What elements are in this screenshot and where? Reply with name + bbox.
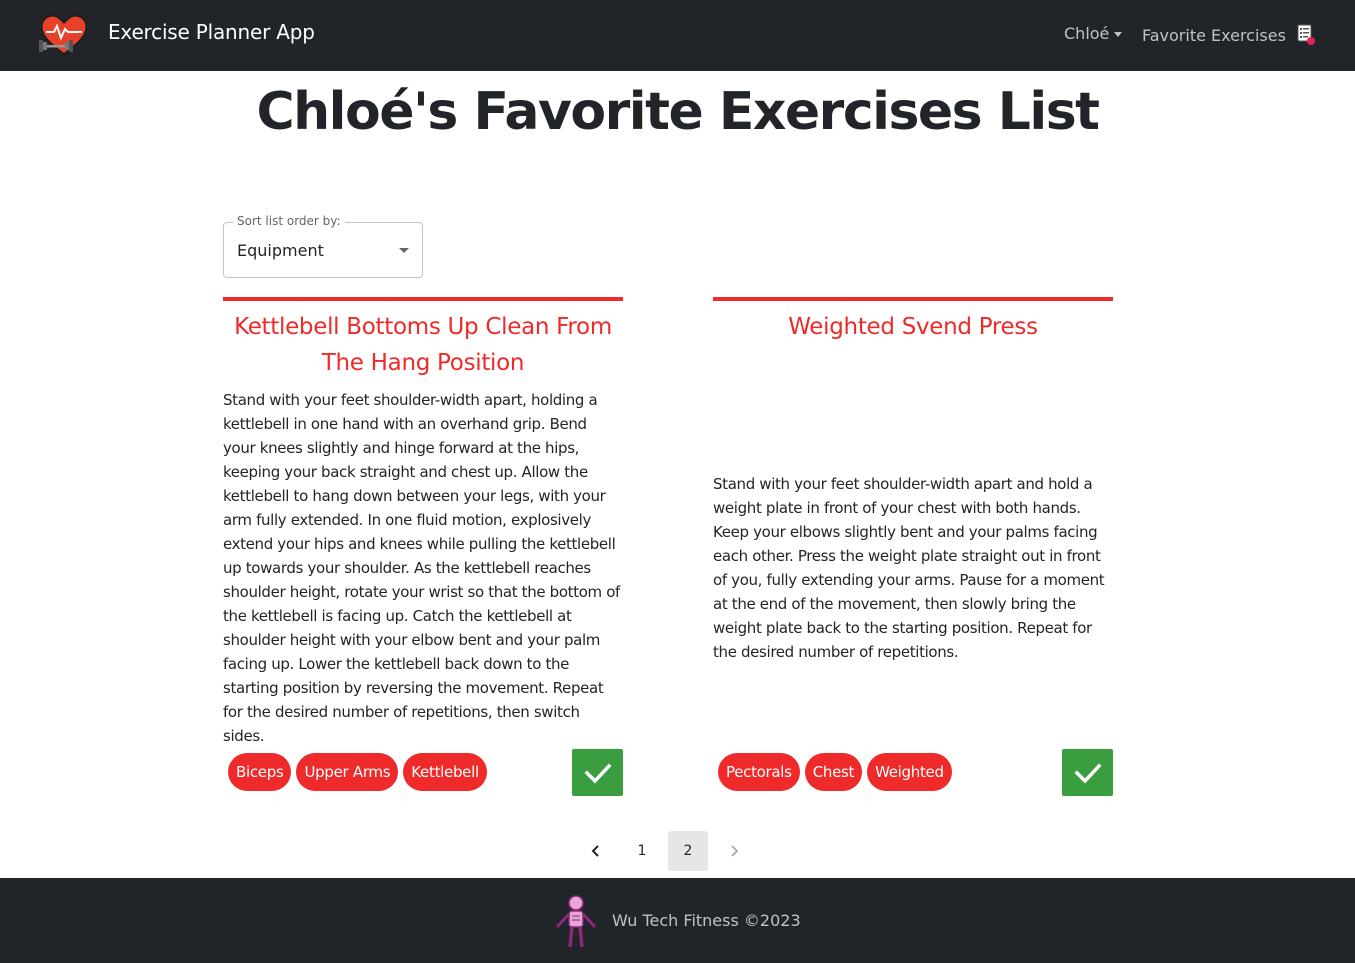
pagination: 1 2 xyxy=(576,831,760,871)
pagination-next-button[interactable] xyxy=(714,831,754,871)
exercise-description: Stand with your feet shoulder-width apar… xyxy=(223,391,620,745)
exercise-card: Weighted Svend Press Stand with your fee… xyxy=(713,297,1113,797)
card-accent-bar xyxy=(223,297,623,301)
check-icon xyxy=(584,763,611,784)
pagination-page-1[interactable]: 1 xyxy=(622,831,662,871)
list-heart-icon xyxy=(1297,24,1315,45)
dropdown-arrow-icon xyxy=(399,248,409,253)
user-dropdown[interactable]: Chloé xyxy=(1064,24,1123,43)
tag-list: Pectorals Chest Weighted xyxy=(718,753,952,791)
exercise-title: Weighted Svend Press xyxy=(788,314,1038,340)
favorite-toggle-button[interactable] xyxy=(1062,749,1113,796)
check-icon xyxy=(1074,763,1101,784)
tag-chip: Weighted xyxy=(867,753,952,791)
pagination-prev-button[interactable] xyxy=(576,831,616,871)
card-accent-bar xyxy=(713,297,1113,301)
skeleton-logo-icon xyxy=(555,895,597,948)
tag-chip: Upper Arms xyxy=(296,753,399,791)
chevron-right-icon xyxy=(731,845,739,857)
page-title: Chloé's Favorite Exercises List xyxy=(256,82,1100,142)
tag-list: Biceps Upper Arms Kettlebell xyxy=(228,753,487,791)
tag-chip: Pectorals xyxy=(718,753,800,791)
sort-select-label: Sort list order by: xyxy=(233,214,345,228)
exercise-card: Kettlebell Bottoms Up Clean From The Han… xyxy=(223,297,623,797)
favorite-toggle-button[interactable] xyxy=(572,749,623,796)
brand-name: Exercise Planner App xyxy=(108,20,315,44)
chevron-left-icon xyxy=(591,845,599,857)
favorite-exercises-link[interactable]: Favorite Exercises xyxy=(1142,24,1316,46)
exercise-description: Stand with your feet shoulder-width apar… xyxy=(713,475,1105,661)
favorite-exercises-label: Favorite Exercises xyxy=(1142,25,1286,45)
caret-down-icon xyxy=(1114,32,1123,37)
tag-chip: Chest xyxy=(804,753,863,791)
exercise-title: Kettlebell Bottoms Up Clean From The Han… xyxy=(234,314,612,376)
brand-link[interactable]: Exercise Planner App xyxy=(38,12,315,56)
user-name: Chloé xyxy=(1064,24,1110,43)
tag-chip: Kettlebell xyxy=(403,753,487,791)
footer: Wu Tech Fitness ©2023 xyxy=(0,878,1355,963)
sort-select-value: Equipment xyxy=(237,241,324,260)
pagination-page-2[interactable]: 2 xyxy=(668,831,708,871)
sort-select[interactable]: Sort list order by: Equipment xyxy=(223,214,423,278)
heart-dumbbell-logo-icon xyxy=(39,15,88,55)
navbar: Exercise Planner App Chloé Favorite Exer… xyxy=(0,0,1355,71)
tag-chip: Biceps xyxy=(228,753,292,791)
footer-copyright: Wu Tech Fitness ©2023 xyxy=(612,911,801,930)
